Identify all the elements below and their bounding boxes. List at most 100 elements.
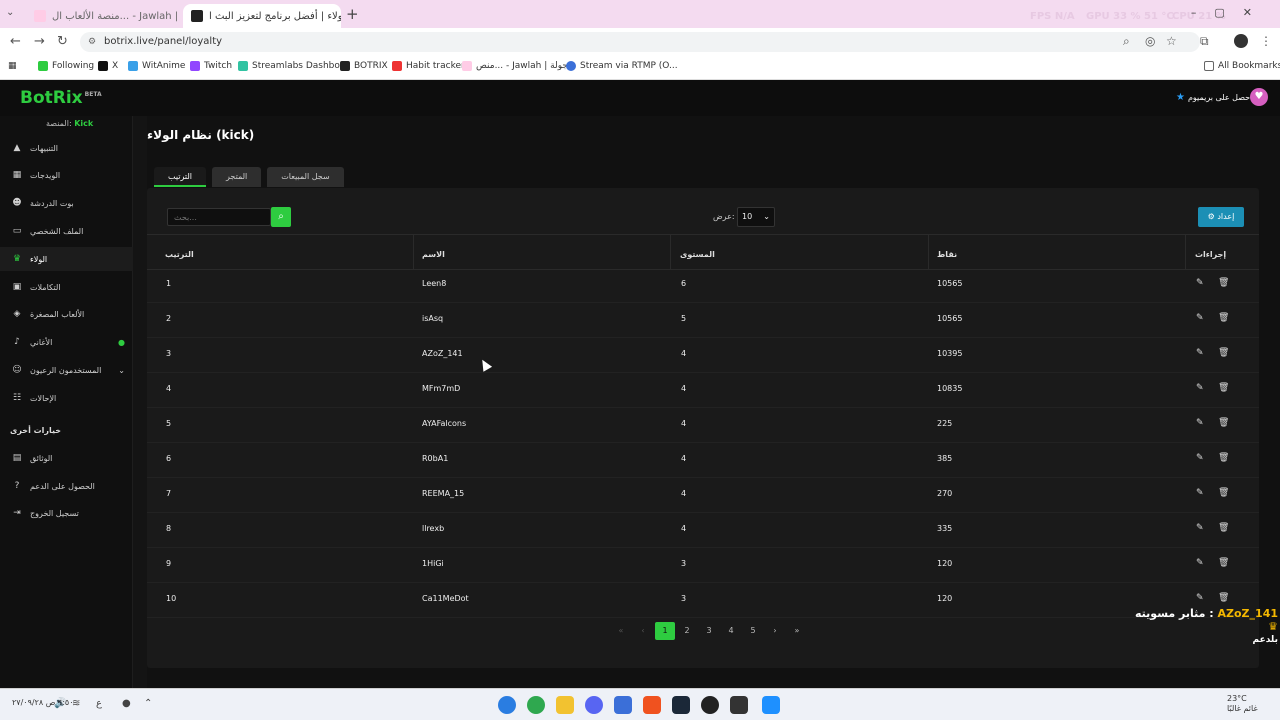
page-button-2[interactable]: 2 bbox=[677, 622, 697, 640]
browser-tab-jawlah[interactable]: منصة الألعاب ال... - Jawlah | جولة × bbox=[26, 4, 182, 28]
bookmark-following[interactable]: Following bbox=[38, 61, 94, 71]
brave-app-icon[interactable] bbox=[643, 696, 661, 714]
trash-icon[interactable]: 🗑 bbox=[1218, 593, 1229, 603]
profile-avatar[interactable] bbox=[1234, 34, 1248, 48]
bookmark-star-icon[interactable]: ☆ bbox=[1166, 34, 1177, 48]
sidebar-item-widgets[interactable]: ▦ الويدجات bbox=[0, 163, 133, 187]
search-input[interactable] bbox=[167, 208, 271, 226]
sidebar-item-sponsored-users[interactable]: ☺ المستخدمون الرعيون ⌄ bbox=[0, 358, 133, 382]
heart-icon[interactable]: ♥ bbox=[1250, 88, 1268, 106]
edit-icon[interactable]: ✎ bbox=[1196, 453, 1204, 463]
file-explorer-icon[interactable] bbox=[556, 696, 574, 714]
bookmark-botrix[interactable]: BOTRIX bbox=[340, 61, 388, 71]
new-tab-button[interactable]: + bbox=[346, 5, 359, 23]
eye-off-icon[interactable]: ◎ bbox=[1145, 34, 1155, 48]
trash-icon[interactable]: 🗑 bbox=[1218, 313, 1229, 323]
page-button-4[interactable]: 4 bbox=[721, 622, 741, 640]
chevron-down-icon[interactable]: ⌄ bbox=[118, 366, 125, 375]
search-button[interactable]: ⌕ bbox=[271, 207, 291, 227]
page-button-3[interactable]: 3 bbox=[699, 622, 719, 640]
edit-icon[interactable]: ✎ bbox=[1196, 348, 1204, 358]
edit-icon[interactable]: ✎ bbox=[1196, 313, 1204, 323]
edit-icon[interactable]: ✎ bbox=[1196, 558, 1204, 568]
wifi-icon[interactable]: ≋ bbox=[72, 698, 80, 709]
sidebar-item-chatbot[interactable]: ☻ بوت الدردشة bbox=[0, 191, 133, 215]
column-points[interactable]: نقاط bbox=[937, 250, 957, 259]
sidebar-item-alerts[interactable]: ▲ التنبيهات bbox=[0, 136, 133, 160]
language-icon[interactable]: ع bbox=[96, 698, 102, 709]
setup-button[interactable]: ⚙ إعداد bbox=[1198, 207, 1244, 227]
premium-link[interactable]: ★ احصل على بريميوم bbox=[1176, 92, 1252, 103]
tab-ranking[interactable]: الترتيب bbox=[154, 167, 206, 187]
trash-icon[interactable]: 🗑 bbox=[1218, 523, 1229, 533]
window-controls[interactable]: –▢✕ bbox=[1191, 6, 1270, 19]
edit-icon[interactable]: ✎ bbox=[1196, 418, 1204, 428]
sidebar-item-support[interactable]: ? الحصول على الدعم bbox=[0, 474, 133, 498]
first-page-button[interactable]: « bbox=[611, 622, 631, 640]
bookmark-jawlah[interactable]: منص... - Jawlah | جولة bbox=[462, 61, 568, 71]
page-button-5[interactable]: 5 bbox=[743, 622, 763, 640]
sidebar-item-songs[interactable]: ♪ الأغاني ● bbox=[0, 330, 133, 354]
trash-icon[interactable]: 🗑 bbox=[1218, 418, 1229, 428]
back-arrow-icon[interactable]: ← bbox=[10, 34, 21, 49]
last-page-button[interactable]: » bbox=[787, 622, 807, 640]
column-name[interactable]: الاسم bbox=[422, 250, 445, 259]
edit-icon[interactable]: ✎ bbox=[1196, 278, 1204, 288]
prev-page-button[interactable]: ‹ bbox=[633, 622, 653, 640]
edit-icon[interactable]: ✎ bbox=[1196, 523, 1204, 533]
trash-icon[interactable]: 🗑 bbox=[1218, 348, 1229, 358]
sidebar-item-referrals[interactable]: ☷ الإحالات bbox=[0, 386, 133, 410]
browser-tab-loyalty[interactable]: الولاء | أفضل برنامج لتعزيز البث ا... × bbox=[183, 4, 341, 28]
bookmark-rtmp[interactable]: Stream via RTMP (O... bbox=[566, 61, 678, 71]
app-icon[interactable] bbox=[614, 696, 632, 714]
sidebar-item-profile[interactable]: ▭ الملف الشخصي bbox=[0, 219, 133, 243]
bookmark-habit-tracker[interactable]: Habit tracker bbox=[392, 61, 465, 71]
botrix-logo[interactable]: BotRix BETA bbox=[20, 88, 102, 108]
weather-widget[interactable]: 23°C غائم غالبًا bbox=[1227, 694, 1258, 714]
terminal-app-icon[interactable] bbox=[730, 696, 748, 714]
bookmark-twitch[interactable]: Twitch bbox=[190, 61, 232, 71]
reload-icon[interactable]: ↻ bbox=[57, 34, 68, 49]
bookmark-streamlabs[interactable]: Streamlabs Dashbo... bbox=[238, 61, 348, 71]
next-page-button[interactable]: › bbox=[765, 622, 785, 640]
sidebar-item-docs[interactable]: ▤ الوثائق bbox=[0, 446, 133, 470]
discord-app-icon[interactable] bbox=[585, 696, 603, 714]
bookmark-x[interactable]: X bbox=[98, 61, 118, 71]
volume-icon[interactable]: 🔊 bbox=[54, 698, 66, 709]
steam-app-icon[interactable] bbox=[672, 696, 690, 714]
sidebar-item-loyalty[interactable]: ♛ الولاء bbox=[0, 247, 133, 271]
browser-menu-icon[interactable]: ⋮ bbox=[1260, 34, 1272, 48]
site-info-icon[interactable]: ⚙ bbox=[88, 32, 96, 52]
bookmark-witanime[interactable]: WitAnime bbox=[128, 61, 185, 71]
forward-arrow-icon[interactable]: → bbox=[34, 34, 45, 49]
tab-sales-log[interactable]: سجل المبيعات bbox=[267, 167, 344, 187]
chrome-app-icon[interactable] bbox=[527, 696, 545, 714]
sidebar-item-integrations[interactable]: ▣ التكاملات bbox=[0, 275, 133, 299]
zoom-icon[interactable]: ⌕ bbox=[1123, 34, 1130, 49]
obs-app-icon[interactable] bbox=[701, 696, 719, 714]
tab-search-chevron-icon[interactable]: ⌄ bbox=[6, 7, 14, 18]
url-field[interactable]: ⚙ botrix.live/panel/loyalty bbox=[80, 32, 1200, 52]
trash-icon[interactable]: 🗑 bbox=[1218, 488, 1229, 498]
sidebar-item-minigames[interactable]: ◈ الألعاب المصغرة bbox=[0, 302, 133, 326]
edit-icon[interactable]: ✎ bbox=[1196, 593, 1204, 603]
all-bookmarks[interactable]: All Bookmarks bbox=[1204, 61, 1280, 71]
apps-grid-icon[interactable]: ▦ bbox=[8, 61, 17, 71]
trash-icon[interactable]: 🗑 bbox=[1218, 278, 1229, 288]
microphone-icon[interactable]: ● bbox=[122, 698, 131, 709]
extensions-icon[interactable]: ⧉ bbox=[1200, 34, 1209, 49]
start-menu-icon[interactable] bbox=[762, 696, 780, 714]
tab-store[interactable]: المتجر bbox=[211, 167, 262, 187]
page-button-1[interactable]: 1 bbox=[655, 622, 675, 640]
chevron-up-icon[interactable]: ⌃ bbox=[144, 698, 152, 709]
edge-app-icon[interactable] bbox=[498, 696, 516, 714]
column-level[interactable]: المستوى bbox=[680, 250, 715, 259]
column-rank[interactable]: الترتيب bbox=[165, 250, 194, 259]
trash-icon[interactable]: 🗑 bbox=[1218, 453, 1229, 463]
sidebar-item-logout[interactable]: ⇥ تسجيل الخروج bbox=[0, 501, 133, 525]
edit-icon[interactable]: ✎ bbox=[1196, 488, 1204, 498]
edit-icon[interactable]: ✎ bbox=[1196, 383, 1204, 393]
trash-icon[interactable]: 🗑 bbox=[1218, 558, 1229, 568]
trash-icon[interactable]: 🗑 bbox=[1218, 383, 1229, 393]
page-size-select[interactable]: 10 ⌄ bbox=[737, 207, 775, 227]
